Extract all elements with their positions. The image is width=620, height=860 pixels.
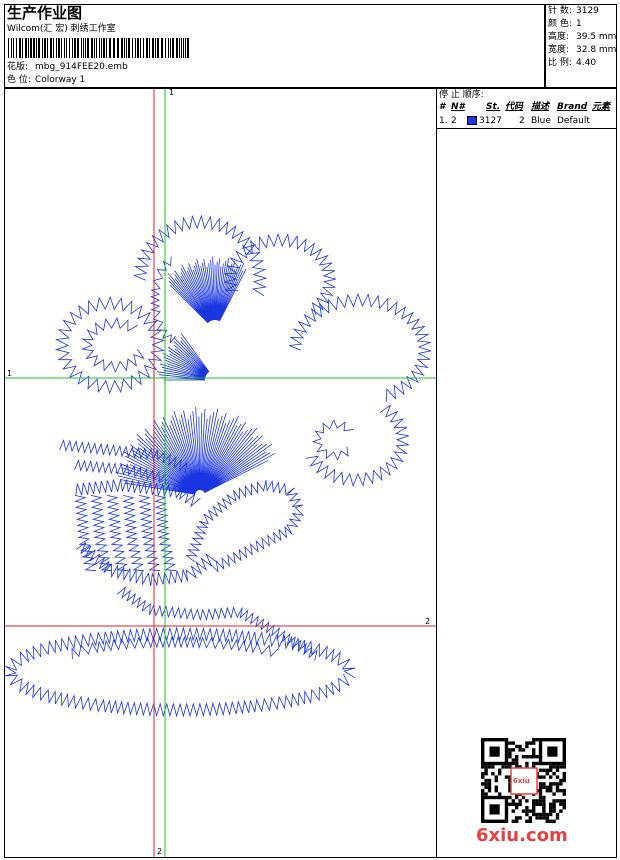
color-swatch — [467, 116, 477, 125]
qr-stamp: 6xiu — [513, 777, 530, 785]
design-label: 花版: — [7, 62, 29, 72]
guide-v-green-label: 1 — [169, 88, 175, 97]
stat-value-scale: 4.40 — [576, 58, 597, 68]
guide-v-red-label: 2 — [157, 847, 163, 856]
col-needle: N# — [451, 102, 465, 112]
stat-label-stitches: 针 数: — [548, 6, 572, 16]
stat-label-scale: 比 例: — [548, 58, 572, 68]
col-stitches: St. — [486, 102, 501, 112]
stop-sequence-title: 停 止 顺序: — [439, 90, 484, 100]
row-num: 1. — [439, 116, 448, 126]
col-code: 代码 — [505, 102, 524, 112]
guide-h-red-label: 2 — [425, 617, 431, 626]
stat-value-stitches: 3129 — [576, 6, 599, 16]
stat-label-width: 宽度: — [548, 45, 570, 55]
page-title: 生产作业图 — [7, 4, 83, 22]
stop-table-divider — [436, 128, 617, 129]
row-needle: 2 — [451, 116, 457, 126]
stat-value-width: 32.8 mm — [576, 45, 617, 55]
col-brand: Brand — [557, 102, 588, 112]
stat-value-height: 39.5 mm — [576, 32, 617, 42]
design-canvas — [4, 88, 437, 858]
row-desc: Blue — [531, 116, 551, 126]
stat-label-colors: 颜 色: — [548, 19, 572, 29]
row-stitches: 3127 — [479, 116, 502, 126]
col-num: # — [439, 102, 446, 112]
design-filename: mbg_914FEE20.emb — [35, 62, 128, 72]
company-name: Wilcom(汇 宏) 刺绣工作室 — [7, 24, 116, 34]
row-brand: Default — [557, 116, 590, 126]
colorway-value: Colorway 1 — [35, 75, 86, 85]
colorway-label: 色 位: — [7, 75, 31, 85]
guide-h-green-label: 1 — [7, 369, 13, 378]
stat-value-colors: 1 — [576, 19, 582, 29]
col-desc: 描述 — [531, 102, 550, 112]
col-element: 元素 — [592, 102, 611, 112]
stop-sequence-panel — [436, 88, 617, 858]
row-code: 2 — [519, 116, 525, 126]
watermark-logo: 6xiu.com — [476, 825, 568, 846]
stat-label-height: 高度: — [548, 32, 570, 42]
